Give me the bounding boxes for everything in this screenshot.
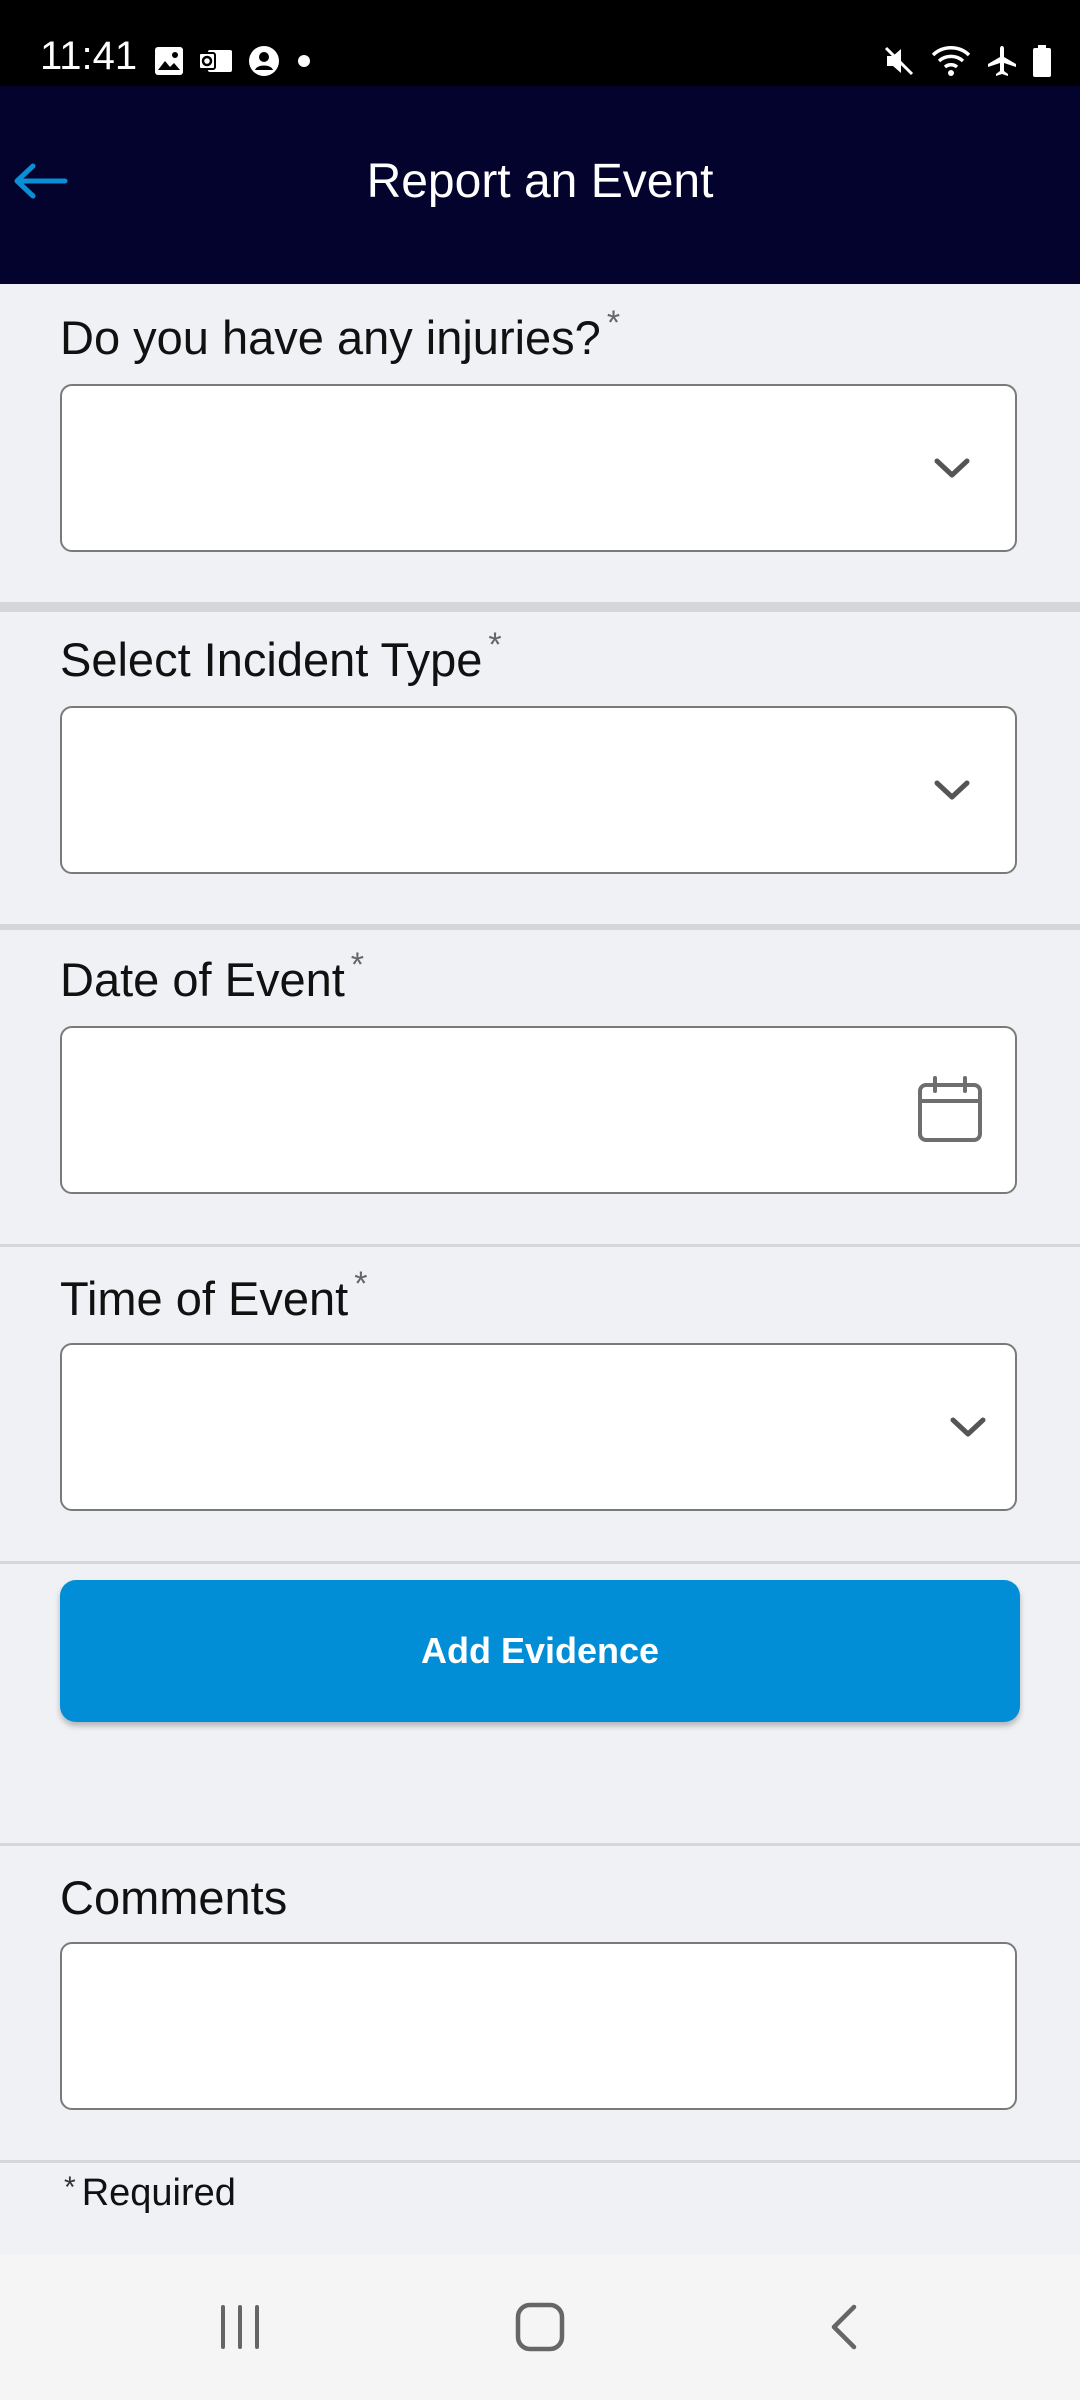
nav-back-button[interactable] — [744, 2254, 944, 2400]
time-dropdown[interactable] — [60, 1343, 1017, 1511]
chevron-down-icon — [950, 1417, 986, 1437]
battery-icon — [1033, 45, 1051, 77]
account-circle-icon — [249, 46, 279, 76]
outlook-icon — [198, 50, 232, 72]
incident-type-section: Select Incident Type * — [0, 612, 1080, 924]
required-mark: * — [488, 626, 502, 664]
dot-icon — [298, 55, 310, 67]
mute-icon — [884, 46, 914, 76]
status-bar: 11:41 — [0, 0, 1080, 86]
chevron-down-icon — [934, 780, 970, 800]
required-star: * — [64, 2171, 76, 2204]
comments-section: Comments — [0, 1846, 1080, 2160]
injuries-label: Do you have any injuries? * — [60, 306, 620, 364]
time-label-text: Time of Event — [60, 1272, 349, 1325]
comments-input[interactable] — [60, 1942, 1017, 2110]
required-mark: * — [606, 304, 621, 342]
image-icon — [155, 47, 183, 75]
date-label: Date of Event * — [60, 948, 364, 1006]
required-text: Required — [81, 2172, 236, 2214]
status-left-icons — [154, 43, 314, 79]
injuries-label-text: Do you have any injuries? — [60, 311, 601, 364]
time-label: Time of Event * — [60, 1267, 367, 1325]
recents-button[interactable] — [140, 2254, 340, 2400]
divider — [0, 602, 1080, 612]
home-icon — [515, 2302, 565, 2352]
app-bar: Report an Event — [0, 86, 1080, 284]
injuries-dropdown[interactable] — [60, 384, 1017, 552]
page-title: Report an Event — [366, 155, 714, 208]
calendar-icon[interactable] — [915, 1075, 985, 1145]
system-nav-bar — [0, 2254, 1080, 2400]
incident-type-label-text: Select Incident Type — [60, 633, 483, 686]
chevron-down-icon — [934, 458, 970, 478]
divider — [0, 2160, 1080, 2163]
status-right-icons — [882, 42, 1052, 80]
date-section: Date of Event * — [0, 930, 1080, 1244]
wifi-icon — [931, 46, 971, 76]
incident-type-dropdown[interactable] — [60, 706, 1017, 874]
airplane-icon — [988, 46, 1016, 76]
required-note: * Required — [64, 2171, 236, 2215]
date-label-text: Date of Event — [60, 953, 345, 1006]
status-time: 11:41 — [40, 34, 138, 78]
add-evidence-button[interactable]: Add Evidence — [60, 1580, 1020, 1722]
home-button[interactable] — [440, 2254, 640, 2400]
recents-icon — [221, 2305, 259, 2349]
required-mark: * — [354, 1265, 368, 1303]
incident-type-label: Select Incident Type * — [60, 628, 502, 686]
divider — [0, 1561, 1080, 1564]
required-mark: * — [350, 946, 365, 984]
time-section: Time of Event * — [0, 1247, 1080, 1561]
comments-label: Comments — [60, 1871, 288, 1924]
injuries-section: Do you have any injuries? * — [0, 284, 1080, 604]
back-icon — [831, 2304, 857, 2350]
date-field[interactable] — [60, 1026, 1017, 1194]
